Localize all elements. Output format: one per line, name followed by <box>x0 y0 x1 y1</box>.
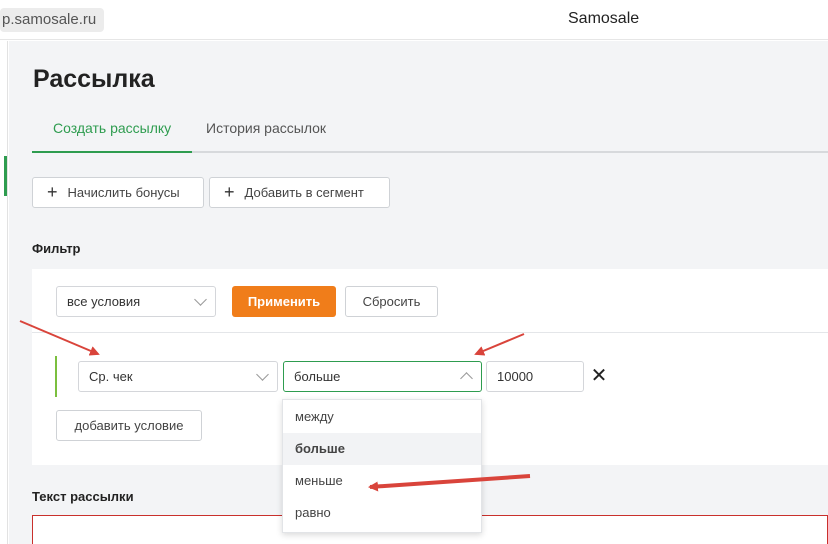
dropdown-option-equal[interactable]: равно <box>283 497 481 529</box>
add-bonus-label: Начислить бонусы <box>67 185 180 200</box>
add-segment-label: Добавить в сегмент <box>244 185 364 200</box>
condition-field-select[interactable]: Ср. чек <box>78 361 278 392</box>
left-sidebar <box>0 41 8 544</box>
page-title: Рассылка <box>33 65 155 93</box>
condition-field-value: Ср. чек <box>89 369 133 384</box>
add-condition-button[interactable]: добавить условие <box>56 410 202 441</box>
browser-bar: p.samosale.ru Samosale <box>0 0 828 40</box>
reset-button[interactable]: Сбросить <box>345 286 438 317</box>
condition-operator-value: больше <box>294 369 341 384</box>
condition-indicator <box>55 356 57 397</box>
close-icon[interactable]: ✕ <box>590 365 608 387</box>
chevron-down-icon <box>194 293 207 306</box>
chevron-down-icon <box>256 368 269 381</box>
dropdown-option-between[interactable]: между <box>283 401 481 433</box>
add-to-segment-button[interactable]: + Добавить в сегмент <box>209 177 390 208</box>
condition-operator-select[interactable]: больше <box>283 361 482 392</box>
sidebar-active-indicator <box>4 156 7 196</box>
add-bonus-button[interactable]: + Начислить бонусы <box>32 177 204 208</box>
conditions-mode-select[interactable]: все условия <box>56 286 216 317</box>
condition-value-input[interactable]: 10000 <box>486 361 584 392</box>
dropdown-option-less[interactable]: меньше <box>283 465 481 497</box>
tab-bar: Создать рассылку История рассылок <box>32 113 828 153</box>
filter-section-label: Фильтр <box>32 241 81 256</box>
conditions-mode-value: все условия <box>67 294 141 309</box>
dropdown-option-greater[interactable]: больше <box>283 433 481 465</box>
apply-button[interactable]: Применить <box>232 286 336 317</box>
chevron-up-icon <box>460 372 473 385</box>
plus-icon: + <box>47 182 58 202</box>
message-section-label: Текст рассылки <box>32 489 134 504</box>
operator-dropdown: между больше меньше равно <box>282 399 482 533</box>
divider <box>32 332 828 333</box>
window-title: Samosale <box>568 10 640 27</box>
url-bar[interactable]: p.samosale.ru <box>0 8 105 32</box>
tab-mailing-history[interactable]: История рассылок <box>185 120 347 151</box>
tab-create-mailing[interactable]: Создать рассылку <box>32 120 193 153</box>
plus-icon: + <box>224 182 235 202</box>
